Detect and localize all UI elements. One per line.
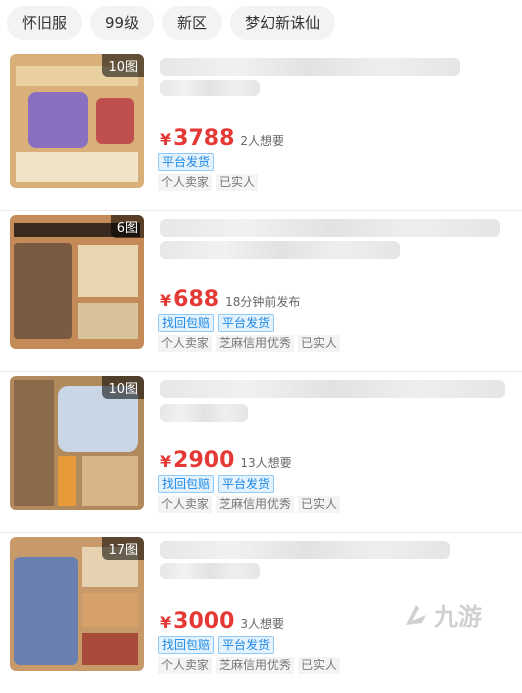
currency-symbol: ¥ — [160, 130, 172, 149]
blurred-title-line — [160, 563, 260, 579]
image-count: 6图 — [110, 215, 144, 238]
listing-item[interactable]: 10图 ¥ 3788 2人想要 平台发货 个人卖家 已实人 — [0, 50, 522, 211]
listing-meta: 18分钟前发布 — [225, 295, 301, 309]
seller-tag: 个人卖家 — [158, 657, 213, 674]
badge: 平台发货 — [158, 153, 215, 171]
price: 688 — [173, 287, 220, 312]
service-badges: 找回包赔 平台发货 — [158, 314, 275, 332]
currency-symbol: ¥ — [160, 291, 172, 310]
blurred-title-line — [160, 241, 400, 259]
seller-tags: 个人卖家 芝麻信用优秀 已实人 — [158, 335, 341, 352]
listing-thumbnail[interactable]: 10图 — [10, 376, 144, 510]
image-count: 10图 — [102, 376, 144, 399]
seller-tag: 个人卖家 — [158, 174, 213, 191]
image-count: 10图 — [102, 54, 144, 77]
seller-tag: 已实人 — [298, 657, 341, 674]
filter-tag-4[interactable]: 梦幻新诛仙 — [230, 6, 336, 40]
watermark-logo: 九游 — [400, 597, 482, 632]
listing-thumbnail[interactable]: 10图 — [10, 54, 144, 188]
listing-meta: 2人想要 — [240, 134, 285, 148]
price-row: ¥ 2900 13人想要 — [160, 448, 292, 473]
filter-tags: 怀旧服 99级 新区 梦幻新诛仙 — [7, 6, 336, 40]
seller-tag: 个人卖家 — [158, 496, 213, 513]
badge: 找回包赔 — [158, 475, 215, 493]
badge: 平台发货 — [218, 314, 275, 332]
blurred-title-line — [160, 541, 450, 559]
seller-tags: 个人卖家 已实人 — [158, 174, 259, 191]
blurred-title-line — [160, 404, 248, 422]
listing-item[interactable]: 10图 ¥ 2900 13人想要 找回包赔 平台发货 个人卖家 芝麻信用优秀 已… — [0, 372, 522, 533]
blurred-title-line — [160, 58, 460, 76]
logo-icon — [406, 604, 426, 625]
seller-tag: 芝麻信用优秀 — [216, 496, 295, 513]
seller-tag: 个人卖家 — [158, 335, 213, 352]
listing-thumbnail[interactable]: 6图 — [10, 215, 144, 349]
listing-item[interactable]: 6图 ¥ 688 18分钟前发布 找回包赔 平台发货 个人卖家 芝麻信用优秀 已… — [0, 211, 522, 372]
listing-meta: 13人想要 — [240, 456, 292, 470]
seller-tag: 已实人 — [298, 335, 341, 352]
image-count: 17图 — [102, 537, 144, 560]
badge: 找回包赔 — [158, 636, 215, 654]
service-badges: 平台发货 — [158, 153, 215, 171]
badge: 找回包赔 — [158, 314, 215, 332]
service-badges: 找回包赔 平台发货 — [158, 475, 275, 493]
price: 3788 — [173, 126, 235, 151]
blurred-title-line — [160, 380, 505, 398]
listing-meta: 3人想要 — [240, 617, 285, 631]
price-row: ¥ 3788 2人想要 — [160, 126, 284, 151]
listing-thumbnail[interactable]: 17图 — [10, 537, 144, 671]
seller-tag: 已实人 — [216, 174, 259, 191]
seller-tags: 个人卖家 芝麻信用优秀 已实人 — [158, 496, 341, 513]
seller-tag: 芝麻信用优秀 — [216, 657, 295, 674]
blurred-title-line — [160, 219, 500, 237]
badge: 平台发货 — [218, 636, 275, 654]
badge: 平台发货 — [218, 475, 275, 493]
service-badges: 找回包赔 平台发货 — [158, 636, 275, 654]
price: 2900 — [173, 448, 235, 473]
filter-tag-3[interactable]: 新区 — [162, 6, 223, 40]
filter-tag-1[interactable]: 怀旧服 — [7, 6, 83, 40]
currency-symbol: ¥ — [160, 452, 172, 471]
price-row: ¥ 688 18分钟前发布 — [160, 287, 300, 312]
currency-symbol: ¥ — [160, 613, 172, 632]
price-row: ¥ 3000 3人想要 — [160, 609, 284, 634]
seller-tag: 已实人 — [298, 496, 341, 513]
seller-tag: 芝麻信用优秀 — [216, 335, 295, 352]
seller-tags: 个人卖家 芝麻信用优秀 已实人 — [158, 657, 341, 674]
watermark-text: 九游 — [434, 603, 482, 631]
filter-tag-2[interactable]: 99级 — [90, 6, 155, 40]
blurred-title-line — [160, 80, 260, 96]
price: 3000 — [173, 609, 235, 634]
